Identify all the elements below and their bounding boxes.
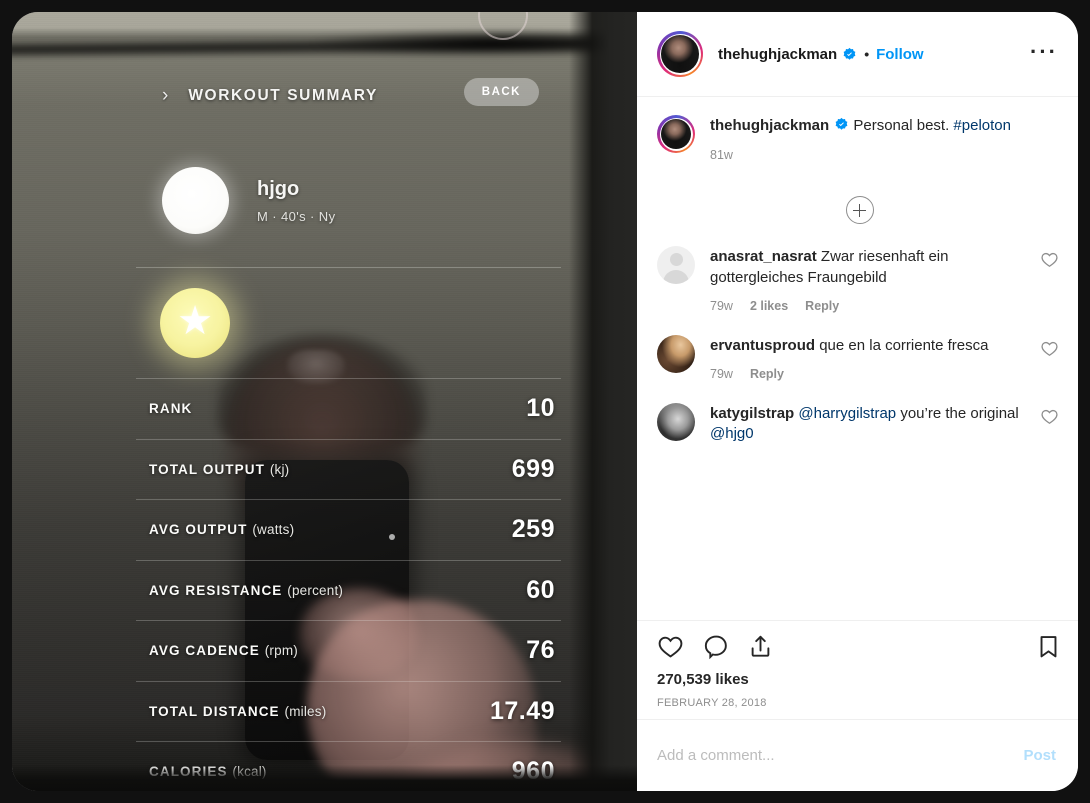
generic-avatar-icon[interactable] [657, 246, 695, 285]
comment-username[interactable]: ervantusproud [710, 337, 815, 354]
stat-unit: (watts) [252, 522, 295, 538]
add-comment-bar: Post [637, 719, 1078, 791]
stat-value: 76 [526, 636, 555, 665]
comment-username[interactable]: katygilstrap [710, 405, 794, 422]
stat-label: AVG CADENCE (rpm) [149, 643, 298, 659]
stat-unit: (rpm) [264, 643, 298, 659]
post-media[interactable]: › WORKOUT SUMMARY BACK hjgo M · 40's · N… [12, 12, 637, 791]
stat-label: AVG OUTPUT (watts) [149, 522, 295, 538]
stat-value: 699 [511, 454, 555, 483]
peloton-back-button[interactable]: BACK [463, 78, 539, 106]
plus-circle-icon[interactable] [845, 196, 874, 225]
heart-outline-icon[interactable] [1040, 335, 1062, 381]
comment-body: you’re the original [900, 405, 1019, 422]
avatar[interactable] [657, 334, 695, 373]
heart-outline-icon[interactable] [657, 633, 684, 660]
load-more-comments-row [657, 184, 1062, 246]
comment-bubble-icon[interactable] [702, 633, 729, 660]
table-row: TOTAL OUTPUT (kj) 699 [136, 438, 561, 500]
more-options-icon[interactable]: ··· [1020, 41, 1062, 67]
post-comment-button[interactable]: Post [1021, 743, 1058, 768]
peloton-ui-overlay: › WORKOUT SUMMARY BACK hjgo M · 40's · N… [12, 12, 637, 791]
stat-value: 10 [526, 394, 555, 423]
table-row: AVG RESISTANCE (percent) 60 [136, 559, 561, 621]
follow-button[interactable]: Follow [876, 46, 924, 63]
stat-value: 259 [511, 515, 555, 544]
comment-mention[interactable]: @hjg0 [710, 425, 754, 442]
avatar[interactable] [657, 31, 703, 77]
post-sidebar: thehughjackman • Follow ··· thehughjackm… [637, 12, 1078, 791]
comment-timestamp: 79w [710, 298, 733, 313]
photo-bottom-dark-edge [12, 765, 637, 791]
comment-input[interactable] [657, 747, 1022, 764]
peloton-top-circle-icon [478, 12, 528, 40]
header-username[interactable]: thehughjackman [718, 46, 837, 63]
post-date: FEBRUARY 28, 2018 [657, 697, 767, 709]
caption-avatar[interactable] [657, 115, 695, 162]
peloton-screen-title: WORKOUT SUMMARY [188, 86, 378, 104]
stat-unit: (kj) [269, 461, 290, 477]
comment-meta: 79w Reply [710, 367, 1030, 381]
list-item: ervantusproud que en la corriente fresca… [657, 334, 1062, 381]
stat-label: RANK [149, 401, 193, 417]
table-row: RANK 10 [136, 378, 561, 439]
table-row: AVG CADENCE (rpm) 76 [136, 620, 561, 681]
comment-username[interactable]: anasrat_nasrat [710, 248, 817, 265]
comment-reply-button[interactable]: Reply [750, 367, 784, 381]
caption-text: thehughjackman Personal best. #peloton [710, 116, 1062, 136]
comment-meta: 79w 2 likes Reply [710, 299, 1030, 313]
star-badge-icon [160, 288, 230, 358]
heart-outline-icon[interactable] [1040, 403, 1062, 445]
stat-label: AVG RESISTANCE (percent) [149, 582, 344, 598]
rider-avatar [162, 167, 229, 234]
rider-meta: M · 40's · Ny [257, 208, 336, 224]
post-actions: 270,539 likes FEBRUARY 28, 2018 [637, 620, 1078, 719]
rider-username: hjgo [257, 177, 300, 200]
stat-unit: (miles) [284, 703, 327, 719]
avatar-image [661, 35, 699, 73]
stat-value: 60 [526, 575, 555, 604]
post-caption: thehughjackman Personal best. #peloton 8… [657, 115, 1062, 162]
share-arrow-icon[interactable] [747, 633, 774, 660]
comment-body: que en la corriente fresca [819, 336, 989, 354]
heart-outline-icon[interactable] [1040, 246, 1062, 313]
stat-value: 17.49 [489, 696, 555, 725]
peloton-stats-table: RANK 10 TOTAL OUTPUT (kj) 699 AVG OUTPUT… [136, 378, 561, 791]
table-row: AVG OUTPUT (watts) 259 [136, 499, 561, 560]
caption-hashtag[interactable]: #peloton [953, 117, 1011, 134]
header-separator: • [864, 46, 870, 62]
caption-body: Personal best. [853, 117, 950, 134]
comment-timestamp: 79w [710, 367, 733, 381]
comment-mention[interactable]: @harrygilstrap [798, 405, 896, 422]
stat-label: TOTAL OUTPUT (kj) [149, 461, 290, 477]
photo-right-dark-edge [569, 12, 637, 791]
screenshot-root: › WORKOUT SUMMARY BACK hjgo M · 40's · N… [0, 0, 1090, 803]
chevron-right-icon[interactable]: › [162, 86, 168, 105]
list-item: katygilstrap @harrygilstrap you’re the o… [657, 403, 1062, 445]
caption-username[interactable]: thehughjackman [710, 117, 829, 134]
list-item: anasrat_nasrat Zwar riesenhaft ein gotte… [657, 246, 1062, 313]
instagram-post-card: › WORKOUT SUMMARY BACK hjgo M · 40's · N… [12, 12, 1078, 791]
peloton-divider-top [136, 267, 561, 268]
avatar[interactable] [657, 403, 695, 441]
caption-timestamp: 81w [710, 148, 733, 163]
peloton-rider-block: hjgo M · 40's · Ny [162, 167, 335, 234]
comments-scroll-area[interactable]: thehughjackman Personal best. #peloton 8… [637, 97, 1078, 620]
verified-badge-icon [842, 47, 857, 62]
verified-badge-icon [834, 117, 849, 132]
comment-reply-button[interactable]: Reply [805, 299, 839, 313]
stat-unit: (percent) [287, 582, 344, 598]
stat-label: TOTAL DISTANCE (miles) [149, 703, 327, 719]
comment-likes-count[interactable]: 2 likes [750, 299, 788, 313]
peloton-top-bar: › WORKOUT SUMMARY BACK [162, 78, 562, 106]
bookmark-outline-icon[interactable] [1035, 633, 1062, 660]
post-header: thehughjackman • Follow ··· [637, 12, 1078, 97]
likes-count[interactable]: 270,539 likes [657, 671, 1062, 688]
table-row: TOTAL DISTANCE (miles) 17.49 [136, 680, 561, 742]
